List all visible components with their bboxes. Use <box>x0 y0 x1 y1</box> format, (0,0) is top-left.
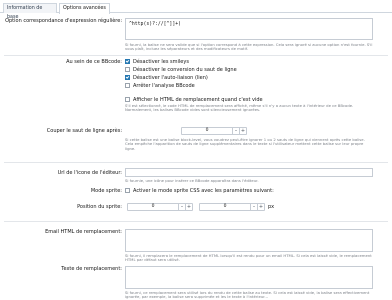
divider <box>4 221 388 222</box>
checkbox-icon <box>125 67 130 72</box>
sprite-y-stepper[interactable]: 0 – + <box>199 203 265 211</box>
sprite-unit: px <box>268 204 275 210</box>
sprite-position-label: Position du sprite: <box>77 204 122 210</box>
within-bbcode-label: Au sein de ce BBcode: <box>66 59 122 65</box>
email-html-label: Email HTML de remplacement: <box>45 229 122 235</box>
checkbox-label: Afficher le HTML de remplacement quand c… <box>133 96 263 103</box>
show-html-when-empty-hint: S'il est sélectionné, le code HTML de re… <box>125 103 354 113</box>
decrement-button[interactable]: – <box>178 204 185 210</box>
increment-button[interactable]: + <box>185 204 192 210</box>
checkbox-icon <box>125 83 130 88</box>
checkbox-icon <box>125 97 130 102</box>
sprite-x-value: 0 <box>151 204 155 209</box>
checkbox-label: Désactiver l'auto-liaison (lien) <box>133 74 208 81</box>
text-replacement-label: Texte de remplacement: <box>61 266 122 272</box>
disable-line-break-checkbox[interactable]: Désactiver le conversion du saut de lign… <box>125 66 373 73</box>
sprite-x-stepper[interactable]: 0 – + <box>127 203 193 211</box>
regex-option-label: Option correspondance d'expression régul… <box>5 18 122 24</box>
line-break-hint: Si cette balise est une balise block-lev… <box>125 137 365 151</box>
editor-icon-hint: Si fournie, une icône pour insérer ce BB… <box>125 178 259 183</box>
sprite-mode-label: Mode sprite: <box>90 188 122 194</box>
increment-button[interactable]: + <box>239 128 246 134</box>
line-break-value: 0 <box>205 128 209 133</box>
checkbox-label: Désactiver le conversion du saut de lign… <box>133 66 237 73</box>
tab-advanced-options[interactable]: Options avancées <box>59 3 110 14</box>
sprite-y-value: 0 <box>223 204 227 209</box>
stop-bbcode-parsing-checkbox[interactable]: Arrêter l'analyse BBcode <box>125 82 373 89</box>
divider <box>4 55 388 56</box>
checkbox-label: Désactiver les smileys <box>133 58 189 65</box>
regex-option-hint: Si fourni, la balise ne sera valide que … <box>125 42 373 52</box>
checkbox-label: Arrêter l'analyse BBcode <box>133 82 195 89</box>
checkbox-icon <box>125 75 130 80</box>
checkbox-label: Activer le mode sprite CSS avec les para… <box>133 187 274 194</box>
checkbox-icon <box>125 188 130 193</box>
regex-option-value: ^http(s)?://[^]]+) <box>129 22 181 27</box>
email-html-hint: Si fourni, il remplacera le remplacement… <box>125 253 372 263</box>
text-replacement-hint: Si fourni, ce remplacement sera utilisé … <box>125 290 370 300</box>
line-break-label: Couper le saut de ligne après: <box>46 128 122 134</box>
email-html-textarea[interactable] <box>125 229 373 252</box>
disable-autolink-checkbox[interactable]: Désactiver l'auto-liaison (lien) <box>125 74 373 81</box>
text-replacement-textarea[interactable] <box>125 266 373 289</box>
regex-option-textarea[interactable]: ^http(s)?://[^]]+) <box>125 18 373 40</box>
tab-basic-info[interactable]: Information de base <box>3 3 57 20</box>
disable-smileys-checkbox[interactable]: Désactiver les smileys <box>125 58 373 65</box>
line-break-stepper[interactable]: 0 – + <box>181 127 247 135</box>
show-html-when-empty-checkbox[interactable]: Afficher le HTML de remplacement quand c… <box>125 96 373 103</box>
editor-icon-url-input[interactable] <box>125 168 373 177</box>
decrement-button[interactable]: – <box>250 204 257 210</box>
editor-icon-label: Url de l'icone de l'éditeur: <box>57 170 122 176</box>
decrement-button[interactable]: – <box>232 128 239 134</box>
tab-bar: Information de base Options avancées <box>0 0 392 20</box>
increment-button[interactable]: + <box>257 204 264 210</box>
divider <box>4 162 388 163</box>
sprite-mode-checkbox[interactable]: Activer le mode sprite CSS avec les para… <box>125 187 373 194</box>
within-bbcode-options: Désactiver les smileys Désactiver le con… <box>125 58 373 113</box>
checkbox-icon <box>125 59 130 64</box>
line-break-control: 0 – + Si cette balise est une balise blo… <box>125 127 373 151</box>
